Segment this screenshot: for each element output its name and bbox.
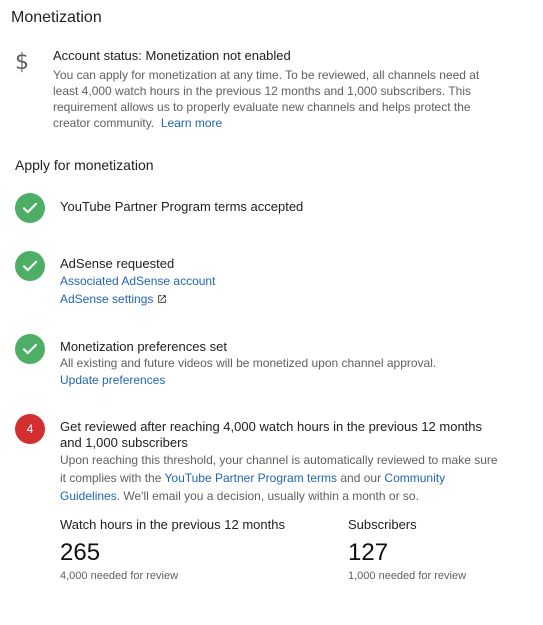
page-title: Monetization — [11, 9, 102, 26]
step-description-text: and our — [337, 471, 385, 485]
account-status-description: You can apply for monetization at any ti… — [53, 67, 493, 131]
step-title: YouTube Partner Program terms accepted — [60, 199, 304, 214]
watch-hours-stat: Watch hours in the previous 12 months 26… — [60, 516, 285, 583]
adsense-settings-link[interactable]: AdSense settings — [60, 290, 167, 309]
step-title: Monetization preferences set — [60, 339, 227, 354]
step-title: Get reviewed after reaching 4,000 watch … — [60, 419, 483, 450]
step-title: AdSense requested — [60, 256, 175, 271]
stat-note: 4,000 needed for review — [60, 570, 179, 582]
check-icon — [15, 334, 45, 364]
step-number-badge: 4 — [15, 414, 45, 444]
external-link-icon — [157, 291, 167, 309]
step-description-text: . We'll email you a decision, usually wi… — [116, 489, 419, 503]
stat-label: Watch hours in the previous 12 months — [60, 517, 285, 532]
associated-adsense-account-link[interactable]: Associated AdSense account — [60, 272, 215, 290]
partner-program-terms-link[interactable]: YouTube Partner Program terms — [165, 471, 338, 485]
check-icon — [15, 251, 45, 281]
account-status-description-text: You can apply for monetization at any ti… — [53, 68, 480, 130]
stat-label: Subscribers — [348, 517, 417, 532]
stat-value: 127 — [348, 539, 389, 566]
adsense-settings-label: AdSense settings — [60, 292, 154, 306]
account-status-text: Account status: Monetization not enabled… — [53, 46, 493, 131]
account-status-heading: Account status: Monetization not enabled — [53, 48, 291, 63]
step-description: All existing and future videos will be m… — [60, 356, 437, 370]
check-icon — [15, 193, 45, 223]
subscribers-stat: Subscribers 127 1,000 needed for review — [348, 516, 466, 583]
update-preferences-link[interactable]: Update preferences — [60, 371, 165, 389]
apply-section-title: Apply for monetization — [15, 157, 154, 173]
stat-value: 265 — [60, 539, 101, 566]
stat-note: 1,000 needed for review — [348, 570, 467, 582]
learn-more-link[interactable]: Learn more — [161, 116, 222, 130]
dollar-icon: $ — [15, 50, 29, 75]
step-description: Upon reaching this threshold, your chann… — [60, 451, 500, 505]
